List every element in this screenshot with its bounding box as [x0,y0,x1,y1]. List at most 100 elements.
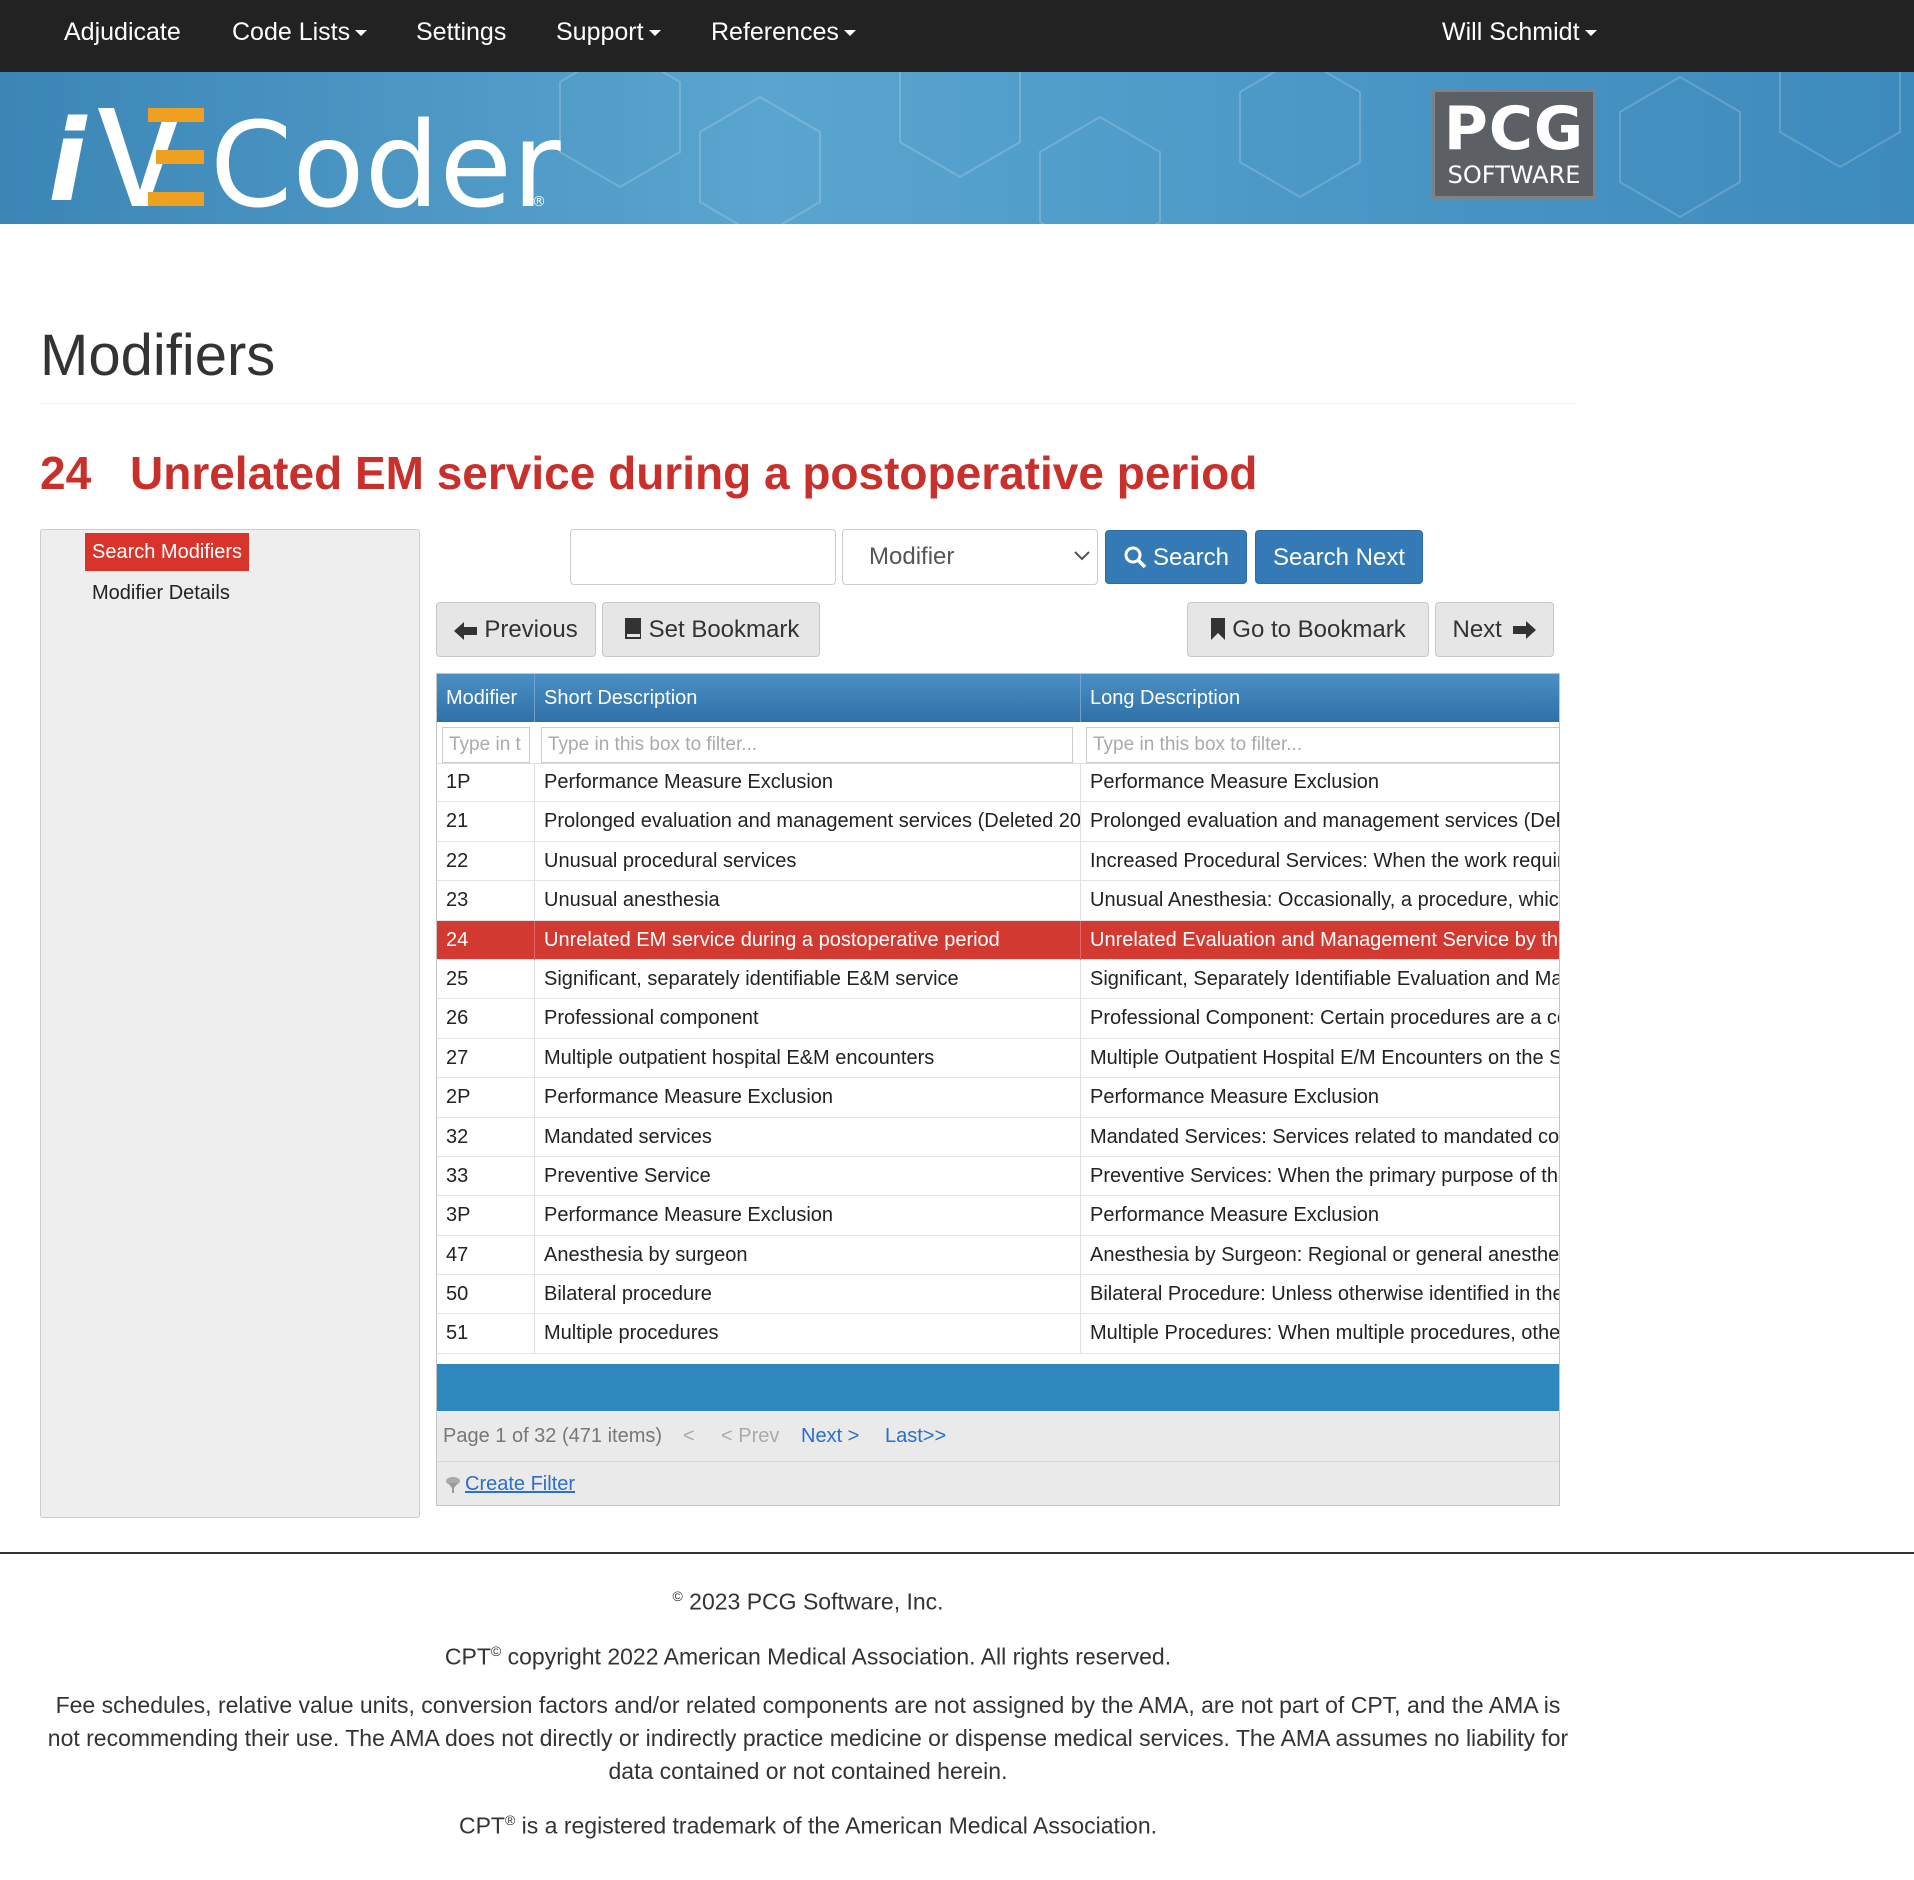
table-row[interactable]: 50 Bilateral procedure Bilateral Procedure… [437,1275,1560,1315]
table-cell-modifier: 33 [437,1156,535,1196]
book-icon [624,618,641,639]
page-title: Modifiers [40,323,276,388]
table-cell-modifier: 1P [437,763,535,802]
bookmark-icon [1211,618,1226,640]
table-row[interactable]: 2P Performance Measure Exclusion Performan… [437,1078,1559,1118]
table-cell-long-description: Mandated Services: Services related to m… [1090,1125,1560,1148]
table-cell-short-description: Unusual procedural services [535,841,1081,881]
pager-first[interactable]: < [683,1411,695,1461]
table-row[interactable]: 24 Unrelated EM service during a postoper… [437,920,1559,960]
table-cell-short-description: Mandated services [535,1117,1081,1157]
table-cell-long-description: Significant, Separately Identifiable Eva… [1090,967,1560,990]
table-row[interactable]: 26 Professional component Professional Com… [437,999,1559,1039]
nav-code-lists-label: Code Lists [232,18,351,46]
table-cell-short-description: Performance Measure Exclusion [535,1196,1081,1236]
pager-prev[interactable]: < Prev [721,1411,779,1461]
nav-code-lists[interactable]: Code Lists [232,0,368,72]
sidebar: Search Modifiers Modifier Details [40,529,420,1518]
nav-adjudicate[interactable]: Adjudicate [64,0,181,72]
table-row[interactable]: 23 Unusual anesthesia Unusual Anesthesia: … [437,881,1559,921]
table-cell-modifier: 47 [437,1235,535,1275]
search-input[interactable] [570,529,836,585]
caret-down-icon [355,30,368,37]
table-row[interactable]: 22 Unusual procedural services Increased P… [437,841,1559,882]
pcg-software-logo: PCG SOFTWARE [1432,89,1596,199]
nav-references[interactable]: References [711,0,856,72]
cpt-copyright-symbol: © [490,1642,502,1659]
search-field-select[interactable]: Modifier [842,529,1098,585]
copyright-symbol: © [672,1588,683,1604]
table-row[interactable]: 21 Prolonged evaluation and management se… [437,802,1559,842]
next-label: Next [1452,616,1502,643]
table-cell-long-description: Bilateral Procedure: Unless otherwise id… [1090,1283,1560,1306]
footer-trademark: CPT® is a registered trademark of the Am… [40,1804,1576,1843]
pager-last[interactable]: Last>> [885,1411,946,1461]
table-cell-modifier: 23 [437,881,535,921]
nav-support[interactable]: Support [556,0,661,72]
selected-modifier-title: Unrelated EM service during a postoperat… [130,447,1258,499]
trademark-prefix: CPT [458,1812,505,1839]
footer-copyright: © 2023 PCG Software, Inc. [40,1580,1576,1619]
trademark-text: is a registered trademark of the America… [515,1812,1158,1839]
pager-next[interactable]: Next > [801,1411,859,1461]
table-cell-short-description: Performance Measure Exclusion [535,1078,1081,1118]
column-header-modifier[interactable]: Modifier [437,674,535,722]
grid-header: Modifier Short Description Long Descript… [437,674,1559,722]
table-row[interactable]: 32 Mandated services Mandated Services: Se… [437,1117,1560,1157]
nav-settings[interactable]: Settings [416,0,506,72]
table-row[interactable]: 3P Performance Measure Exclusion Performan… [437,1196,1559,1236]
table-cell-short-description: Multiple procedures [535,1314,1081,1354]
search-button[interactable]: Search [1105,530,1247,584]
search-next-button[interactable]: Search Next [1255,530,1423,584]
previous-button[interactable]: Previous [436,602,596,657]
table-row[interactable]: 25 Significant, separately identifiable E… [437,959,1560,1000]
filter-input-short-description[interactable]: Type in this box to filter... [541,727,1073,763]
pcg-logo-bottom: SOFTWARE [1447,161,1581,189]
table-cell-modifier: 21 [437,802,535,842]
trademark-symbol: ® [504,1812,516,1829]
selected-modifier-code: 24 [40,447,92,499]
table-row[interactable]: 1P Performance Measure Exclusion Performan… [437,763,1559,803]
table-cell-long-description: Multiple Procedures: When multiple proce… [1090,1322,1560,1345]
column-header-long-description[interactable]: Long Description [1081,674,1559,722]
column-header-short-description[interactable]: Short Description [535,674,1081,722]
table-cell-long-description: Performance Measure Exclusion [1090,1086,1380,1109]
nav-user-menu[interactable]: Will Schmidt [1442,0,1597,72]
table-cell-modifier: 51 [437,1314,535,1354]
go-to-bookmark-button[interactable]: Go to Bookmark [1187,602,1429,657]
search-next-label: Search Next [1272,544,1406,571]
table-row[interactable]: 27 Multiple outpatient hospital E&M encou… [437,1038,1559,1079]
svg-text:i: i [48,97,88,218]
table-cell-short-description: Bilateral procedure [535,1275,1081,1315]
search-icon [1124,546,1147,569]
caret-down-icon [1584,30,1597,37]
table-cell-long-description: Performance Measure Exclusion [1090,771,1380,793]
table-row[interactable]: 47 Anesthesia by surgeon Anesthesia by Sur… [437,1235,1559,1276]
footer: © 2023 PCG Software, Inc. CPT© copyright… [40,1580,1576,1859]
table-cell-short-description: Professional component [535,999,1081,1039]
sidebar-item-search-modifiers[interactable]: Search Modifiers [85,533,250,571]
pcg-logo-top: PCG [1443,94,1585,164]
search-field-select-value: Modifier [869,543,955,570]
filter-input-modifier[interactable]: Type in t [442,727,530,763]
table-cell-long-description: Preventive Services: When the primary pu… [1090,1164,1560,1187]
table-row[interactable]: 33 Preventive Service Preventive Services:… [437,1156,1560,1197]
table-row[interactable]: 51 Multiple procedures Multiple Procedures… [437,1314,1560,1354]
modifiers-grid: Modifier Short Description Long Descript… [436,673,1560,1506]
next-button[interactable]: Next [1435,602,1554,657]
pager: Page 1 of 32 (471 items) < < Prev Next >… [437,1411,1559,1462]
table-cell-modifier: 3P [437,1196,535,1236]
previous-label: Previous [484,616,578,643]
svg-text:®: ® [532,194,546,210]
table-cell-short-description: Unrelated EM service during a postoperat… [535,920,1081,960]
table-cell-modifier: 22 [437,841,535,881]
set-bookmark-button[interactable]: Set Bookmark [602,602,820,657]
copyright-text: 2023 PCG Software, Inc. [682,1588,944,1615]
filter-bar: Create Filter [437,1462,1559,1505]
caret-down-icon [648,30,661,37]
table-cell-modifier: 26 [437,999,535,1039]
nav-support-label: Support [556,18,644,46]
create-filter-link[interactable]: Create Filter [465,1462,575,1505]
sidebar-item-modifier-details[interactable]: Modifier Details [92,582,230,605]
filter-input-long-description[interactable]: Type in this box to filter... [1086,727,1559,763]
